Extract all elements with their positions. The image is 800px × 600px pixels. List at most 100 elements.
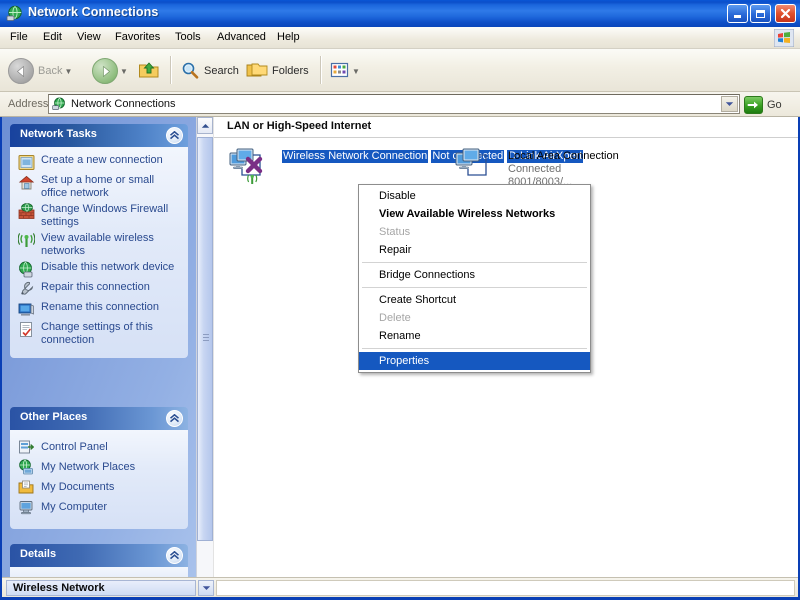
menu-help[interactable]: Help (277, 31, 300, 43)
up-folder-icon (138, 60, 160, 83)
toolbar: Back ▼ ▼ (0, 49, 800, 92)
up-button[interactable] (138, 55, 160, 87)
maximize-button[interactable] (750, 4, 771, 23)
repair-wrench-icon (18, 281, 35, 298)
menu-favorites[interactable]: Favorites (115, 31, 160, 43)
scrollbar-grip-icon (203, 334, 209, 344)
settings-icon (18, 321, 35, 338)
go-button[interactable]: Go (744, 95, 782, 114)
context-menu-separator-3 (362, 348, 587, 349)
menu-file[interactable]: File (10, 31, 28, 43)
status-dropdown-button[interactable] (198, 580, 214, 596)
connection-status: Connected (508, 163, 619, 176)
place-label: Control Panel (41, 441, 108, 453)
sidebar-scrollbar[interactable] (196, 117, 213, 595)
context-menu-item-view-available-wireless-networks[interactable]: View Available Wireless Networks (359, 205, 590, 223)
minimize-button[interactable] (727, 4, 748, 23)
forward-dropdown-icon[interactable]: ▼ (120, 67, 128, 76)
panel-network-tasks-header[interactable]: Network Tasks (10, 124, 188, 147)
task-change-firewall-settings[interactable]: Change Windows Firewall settings (18, 203, 182, 229)
menu-advanced[interactable]: Advanced (217, 31, 266, 43)
task-setup-home-network[interactable]: Set up a home or small office network (18, 174, 182, 200)
chevron-up-icon[interactable] (166, 547, 183, 564)
task-disable-network-device[interactable]: Disable this network device (18, 261, 182, 278)
context-menu-separator-2 (362, 287, 587, 288)
status-spacer (216, 580, 795, 596)
place-my-computer[interactable]: My Computer (18, 499, 182, 515)
forward-arrow-icon (92, 58, 118, 84)
context-menu-item-delete: Delete (359, 309, 590, 327)
task-change-settings[interactable]: Change settings of this connection (18, 321, 182, 347)
connection-context-menu[interactable]: Disable View Available Wireless Networks… (358, 184, 591, 373)
views-button[interactable]: ▼ (330, 55, 360, 87)
search-label: Search (204, 65, 239, 77)
task-label: View available wireless networks (41, 232, 181, 258)
context-menu-item-disable[interactable]: Disable (359, 187, 590, 205)
scrollbar-thumb[interactable] (197, 137, 213, 541)
context-menu-item-rename[interactable]: Rename (359, 327, 590, 345)
control-panel-icon (18, 439, 34, 455)
back-label: Back (38, 65, 62, 77)
place-my-documents[interactable]: My Documents (18, 479, 182, 495)
address-input[interactable]: Network Connections (48, 94, 740, 114)
menu-tools[interactable]: Tools (175, 31, 201, 43)
context-menu-item-create-shortcut[interactable]: Create Shortcut (359, 291, 590, 309)
menu-view[interactable]: View (77, 31, 101, 43)
search-icon (180, 61, 200, 82)
go-label: Go (767, 99, 782, 111)
context-menu-item-properties[interactable]: Properties (359, 352, 590, 370)
maximize-icon (751, 5, 770, 22)
panel-other-places-title: Other Places (20, 411, 87, 423)
context-menu-item-bridge-connections[interactable]: Bridge Connections (359, 266, 590, 284)
back-button[interactable]: Back ▼ (8, 55, 72, 87)
place-label: My Network Places (41, 461, 135, 473)
panel-network-tasks-body: Create a new connection Set up a home or… (10, 147, 188, 358)
task-label: Repair this connection (41, 281, 150, 294)
context-menu-item-status: Status (359, 223, 590, 241)
title-bar[interactable]: Network Connections (0, 0, 800, 27)
folders-icon (246, 61, 268, 82)
task-label: Change Windows Firewall settings (41, 203, 181, 229)
address-dropdown-button[interactable] (721, 96, 738, 112)
toolbar-separator-1 (170, 56, 172, 84)
place-control-panel[interactable]: Control Panel (18, 439, 182, 455)
status-cell: Wireless Network (6, 580, 196, 596)
my-documents-icon (18, 479, 34, 495)
menu-edit[interactable]: Edit (43, 31, 62, 43)
scrollbar-track[interactable] (197, 134, 213, 578)
chevron-up-icon[interactable] (166, 127, 183, 144)
disable-device-icon (18, 261, 35, 278)
new-connection-icon (18, 154, 35, 171)
task-view-available-wireless-networks[interactable]: View available wireless networks (18, 232, 182, 258)
wireless-connection-disconnected-icon (228, 147, 276, 191)
window-title: Network Connections (28, 5, 158, 19)
task-repair-connection[interactable]: Repair this connection (18, 281, 182, 298)
back-arrow-icon (8, 58, 34, 84)
scroll-up-button[interactable] (197, 117, 213, 134)
network-connections-window: Network Connections File Edit View Favor… (0, 0, 800, 600)
menu-bar: File Edit View Favorites Tools Advanced … (0, 27, 800, 49)
search-button[interactable]: Search (180, 55, 239, 87)
group-divider (214, 137, 798, 138)
place-my-network-places[interactable]: My Network Places (18, 459, 182, 475)
task-label: Rename this connection (41, 301, 159, 314)
close-button[interactable] (775, 4, 796, 23)
forward-button[interactable]: ▼ (92, 55, 128, 87)
back-dropdown-icon[interactable]: ▼ (64, 67, 72, 76)
folders-button[interactable]: Folders (246, 55, 309, 87)
views-dropdown-icon[interactable]: ▼ (352, 67, 360, 76)
my-network-places-icon (18, 459, 34, 475)
place-label: My Computer (41, 501, 107, 513)
chevron-up-icon[interactable] (166, 410, 183, 427)
task-rename-connection[interactable]: Rename this connection (18, 301, 182, 318)
panel-details-header[interactable]: Details (10, 544, 188, 567)
windows-flag-icon[interactable] (774, 29, 794, 47)
panel-other-places-body: Control Panel My Network Places (10, 430, 188, 529)
toolbar-separator-2 (320, 56, 322, 84)
place-label: My Documents (41, 481, 114, 493)
task-label: Disable this network device (41, 261, 174, 274)
panel-other-places-header[interactable]: Other Places (10, 407, 188, 430)
task-create-new-connection[interactable]: Create a new connection (18, 154, 182, 171)
context-menu-item-repair[interactable]: Repair (359, 241, 590, 259)
connection-text-lan: Local Area Connection Connected 8001/800… (508, 147, 619, 189)
